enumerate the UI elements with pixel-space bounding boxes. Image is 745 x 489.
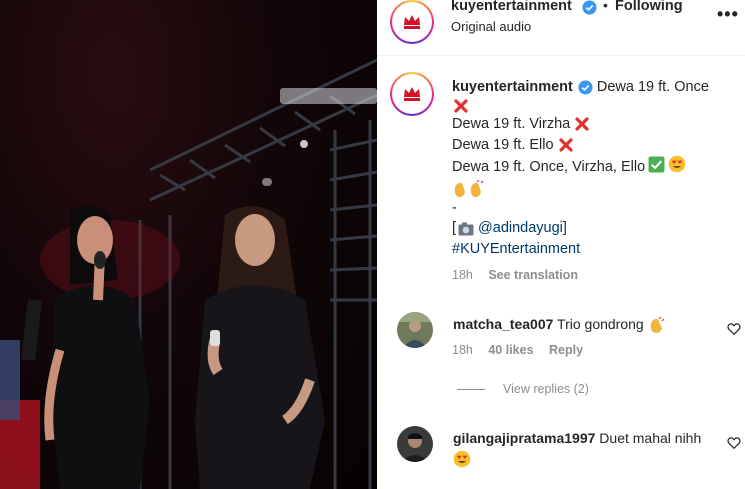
camera-emoji-icon: [458, 222, 474, 236]
author-username[interactable]: kuyentertainment: [451, 0, 572, 14]
clap-emoji-icon: [452, 180, 486, 198]
comment-body: Duet mahal nihh: [599, 430, 702, 446]
author-avatar[interactable]: [390, 0, 434, 44]
post-details-panel: kuyentertainment • Following Original au…: [377, 0, 745, 489]
like-comment-heart-icon[interactable]: [727, 322, 741, 336]
verified-badge-icon: [578, 80, 593, 95]
clap-emoji-icon: [648, 316, 666, 334]
red-cross-icon: [453, 98, 469, 114]
caption-bracket: [: [452, 220, 457, 237]
kuy-crown-logo-icon: [395, 5, 429, 39]
comment-meta: 18h 40 likes Reply: [452, 343, 583, 357]
post-header: kuyentertainment • Following Original au…: [377, 0, 745, 50]
view-replies-button[interactable]: View replies (2): [457, 382, 589, 396]
caption-line-4: Dewa 19 ft. Once, Virzha, Ello: [452, 159, 646, 176]
heart-eyes-emoji-icon: [668, 155, 686, 180]
like-comment-heart-icon[interactable]: [727, 436, 741, 450]
caption-line-1: Dewa 19 ft. Once: [596, 79, 709, 95]
replies-dash: [457, 388, 485, 390]
caption-line-2: Dewa 19 ft. Virzha: [452, 115, 571, 132]
reply-button[interactable]: Reply: [549, 343, 583, 357]
post-caption: kuyentertainment Dewa 19 ft. Once Dewa 1…: [452, 77, 742, 260]
comment-text: gilangajipratama1997 Duet mahal nihh: [453, 428, 703, 468]
see-translation-button[interactable]: See translation: [488, 268, 578, 282]
commenter-avatar[interactable]: [397, 312, 433, 348]
following-button[interactable]: Following: [615, 0, 683, 14]
commenter-avatar[interactable]: [397, 426, 433, 462]
caption-line-3: Dewa 19 ft. Ello: [452, 136, 554, 153]
caption-meta: 18h See translation: [452, 268, 578, 282]
more-options-icon[interactable]: •••: [717, 4, 739, 25]
red-cross-icon: [558, 137, 574, 153]
comment-username[interactable]: matcha_tea007: [453, 316, 553, 332]
view-replies-label: View replies (2): [503, 382, 589, 396]
mention-link[interactable]: @adindayugi]: [478, 218, 567, 239]
comment-time: 18h: [452, 343, 473, 357]
separator-dot: •: [603, 0, 608, 13]
caption-author-avatar[interactable]: [390, 72, 434, 116]
concert-photo: [0, 58, 377, 489]
hashtag-link[interactable]: #KUYEntertainment: [452, 239, 580, 260]
heart-eyes-emoji-icon: [453, 450, 471, 468]
verified-badge-icon: [582, 0, 597, 20]
kuy-crown-logo-icon: [395, 77, 429, 111]
header-divider: [377, 55, 745, 56]
original-audio-link[interactable]: Original audio: [451, 19, 531, 34]
comment-body: Trio gondrong: [557, 316, 644, 332]
green-check-icon: [648, 156, 665, 180]
comment-username[interactable]: gilangajipratama1997: [453, 430, 595, 446]
caption-dash: -: [452, 199, 457, 216]
caption-time: 18h: [452, 268, 473, 282]
comment-likes[interactable]: 40 likes: [488, 343, 533, 357]
caption-username[interactable]: kuyentertainment: [452, 77, 573, 98]
comment-text: matcha_tea007 Trio gondrong: [453, 314, 703, 334]
post-media[interactable]: [0, 0, 377, 489]
red-cross-icon: [574, 116, 590, 132]
